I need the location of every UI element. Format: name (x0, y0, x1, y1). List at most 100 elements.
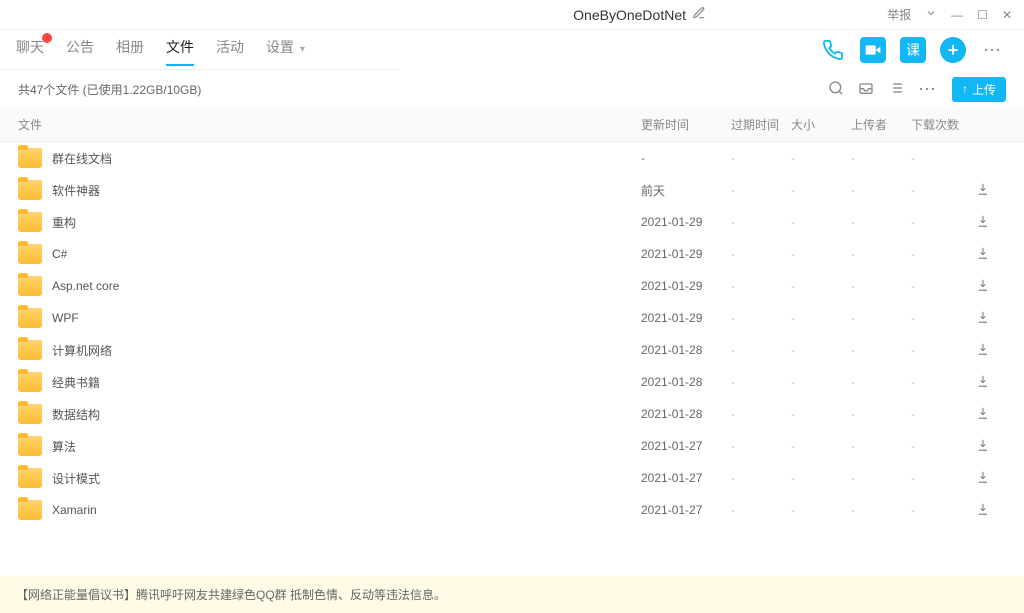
more-options-icon[interactable]: ⋯ (918, 79, 938, 100)
uploader: - (851, 343, 911, 357)
notification-badge (42, 33, 52, 43)
minimize-button[interactable]: — (951, 8, 963, 22)
file-name: 数据结构 (52, 406, 641, 423)
upload-button[interactable]: ↑ 上传 (952, 77, 1006, 102)
file-name: 算法 (52, 438, 641, 455)
update-time: 2021-01-28 (641, 407, 731, 421)
update-time: 2021-01-28 (641, 375, 731, 389)
download-icon[interactable] (976, 246, 1006, 263)
tab-notice[interactable]: 公告 (66, 37, 94, 65)
list-view-icon[interactable] (888, 80, 904, 99)
folder-icon (18, 244, 42, 264)
video-icon[interactable] (860, 37, 886, 63)
file-row[interactable]: Asp.net core2021-01-29---- (0, 270, 1024, 302)
file-row[interactable]: 计算机网络2021-01-28---- (0, 334, 1024, 366)
folder-icon (18, 180, 42, 200)
file-summary: 共47个文件 (已使用1.22GB/10GB) (18, 81, 201, 98)
report-link[interactable]: 举报 (887, 6, 911, 23)
file-row[interactable]: 算法2021-01-27---- (0, 430, 1024, 462)
download-icon[interactable] (976, 278, 1006, 295)
update-time: - (641, 151, 731, 165)
header-file[interactable]: 文件 (18, 116, 641, 133)
download-icon[interactable] (976, 342, 1006, 359)
folder-icon (18, 436, 42, 456)
inbox-icon[interactable] (858, 80, 874, 99)
file-name: 重构 (52, 214, 641, 231)
expire-time: - (731, 407, 791, 421)
header-update[interactable]: 更新时间 (641, 116, 731, 133)
tab-chat[interactable]: 聊天 (16, 37, 44, 65)
expire-time: - (731, 247, 791, 261)
download-icon[interactable] (976, 310, 1006, 327)
file-row[interactable]: C#2021-01-29---- (0, 238, 1024, 270)
expire-time: - (731, 375, 791, 389)
uploader: - (851, 439, 911, 453)
file-name: 群在线文档 (52, 150, 641, 167)
download-icon[interactable] (976, 438, 1006, 455)
file-row[interactable]: 群在线文档----- (0, 142, 1024, 174)
file-size: - (791, 151, 851, 165)
file-row[interactable]: 数据结构2021-01-28---- (0, 398, 1024, 430)
file-size: - (791, 215, 851, 229)
downloads: - (911, 439, 976, 453)
search-icon[interactable] (828, 80, 844, 99)
downloads: - (911, 471, 976, 485)
folder-icon (18, 340, 42, 360)
file-row[interactable]: Xamarin2021-01-27---- (0, 494, 1024, 526)
tab-album[interactable]: 相册 (116, 37, 144, 65)
download-icon[interactable] (976, 214, 1006, 231)
close-button[interactable]: ✕ (1002, 8, 1012, 22)
file-row[interactable]: WPF2021-01-29---- (0, 302, 1024, 334)
file-name: 软件神器 (52, 182, 641, 199)
upload-icon: ↑ (962, 82, 968, 96)
download-icon[interactable] (976, 470, 1006, 487)
update-time: 2021-01-27 (641, 503, 731, 517)
file-size: - (791, 503, 851, 517)
uploader: - (851, 247, 911, 261)
uploader: - (851, 375, 911, 389)
file-row[interactable]: 软件神器前天---- (0, 174, 1024, 206)
folder-icon (18, 148, 42, 168)
window-title: OneByOneDotNet (573, 7, 686, 23)
more-icon[interactable]: ⋯ (980, 37, 1006, 63)
file-row[interactable]: 设计模式2021-01-27---- (0, 462, 1024, 494)
expire-time: - (731, 503, 791, 517)
chevron-down-icon: ▾ (300, 44, 305, 55)
tab-settings[interactable]: 设置 ▾ (266, 37, 305, 65)
add-button[interactable]: + (940, 37, 966, 63)
header-downloads[interactable]: 下载次数 (911, 116, 976, 133)
file-size: - (791, 247, 851, 261)
footer-banner[interactable]: 【网络正能量倡议书】腾讯呼吁网友共建绿色QQ群 抵制色情、反动等违法信息。 (0, 576, 1024, 613)
file-size: - (791, 279, 851, 293)
header-size[interactable]: 大小 (791, 116, 851, 133)
uploader: - (851, 215, 911, 229)
file-size: - (791, 375, 851, 389)
header-uploader[interactable]: 上传者 (851, 116, 911, 133)
uploader: - (851, 471, 911, 485)
file-name: C# (52, 247, 641, 261)
folder-icon (18, 404, 42, 424)
download-icon[interactable] (976, 406, 1006, 423)
folder-icon (18, 308, 42, 328)
expire-time: - (731, 439, 791, 453)
maximize-button[interactable]: ☐ (977, 8, 988, 22)
tab-files[interactable]: 文件 (166, 37, 194, 65)
uploader: - (851, 311, 911, 325)
file-row[interactable]: 经典书籍2021-01-28---- (0, 366, 1024, 398)
phone-icon[interactable] (820, 37, 846, 63)
folder-icon (18, 372, 42, 392)
class-icon[interactable]: 课 (900, 37, 926, 63)
download-icon[interactable] (976, 374, 1006, 391)
chevron-down-icon[interactable] (925, 7, 937, 22)
expire-time: - (731, 183, 791, 197)
download-icon[interactable] (976, 182, 1006, 199)
file-row[interactable]: 重构2021-01-29---- (0, 206, 1024, 238)
uploader: - (851, 151, 911, 165)
download-icon[interactable] (976, 502, 1006, 519)
uploader: - (851, 503, 911, 517)
header-expire[interactable]: 过期时间 (731, 116, 791, 133)
edit-icon[interactable] (692, 6, 706, 23)
folder-icon (18, 468, 42, 488)
tab-activity[interactable]: 活动 (216, 37, 244, 65)
folder-icon (18, 212, 42, 232)
